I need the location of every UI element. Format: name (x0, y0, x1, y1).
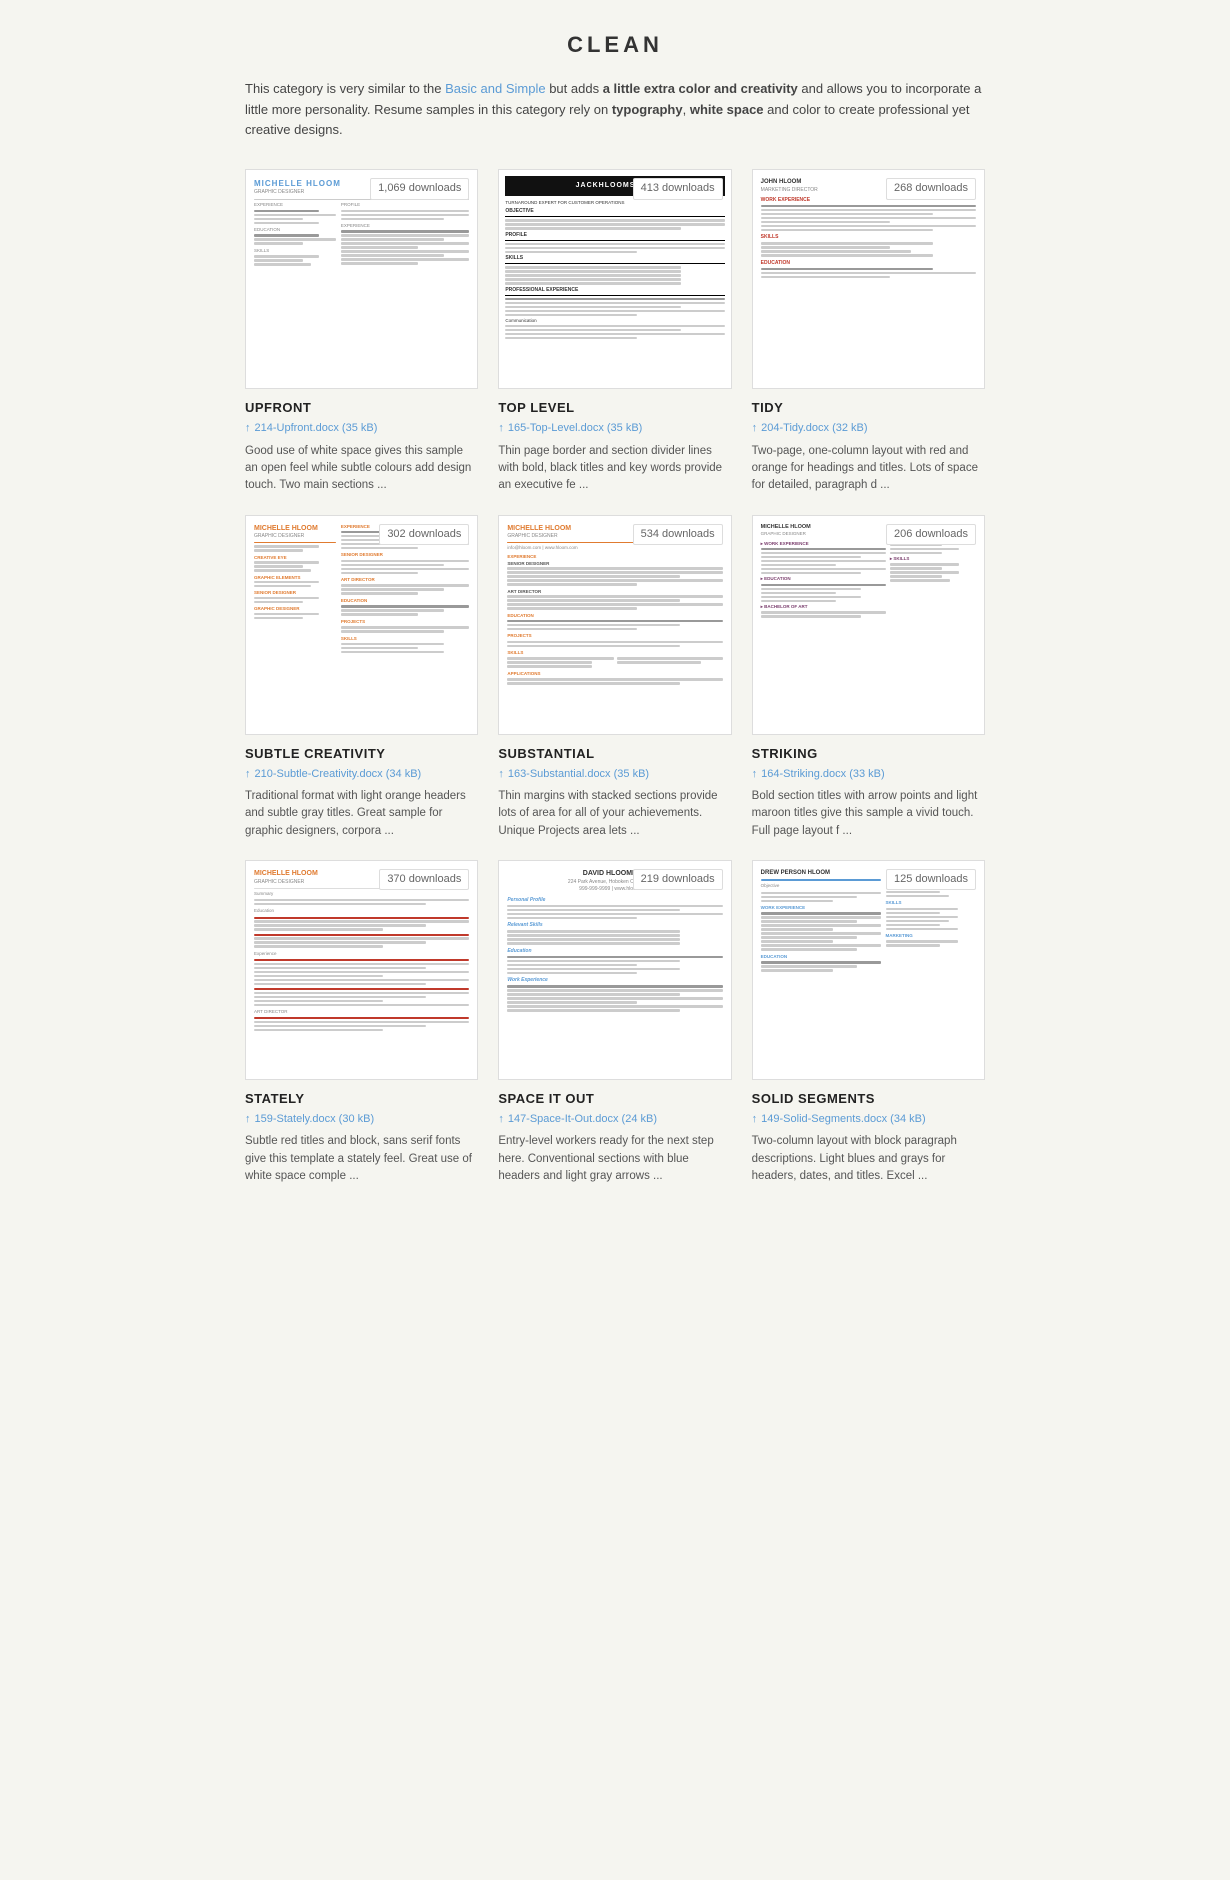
tidy-downloads: 268 downloads (886, 178, 976, 199)
card-stately-image[interactable]: 370 downloads MICHELLE HLOOM GRAPHIC DES… (245, 860, 478, 1080)
substantial-file-link[interactable]: 163-Substantial.docx (35 kB) (508, 767, 649, 782)
upfront-desc: Good use of white space gives this sampl… (245, 443, 478, 495)
card-space-image[interactable]: 219 downloads DAVID HLOOMRAD 224 Park Av… (498, 860, 731, 1080)
tidy-file-icon: ↑ (752, 421, 758, 436)
toplevel-desc: Thin page border and section divider lin… (498, 443, 731, 495)
striking-link-row: ↑ 164-Striking.docx (33 kB) (752, 767, 985, 782)
subtle-file-icon: ↑ (245, 767, 251, 782)
card-subtle-image[interactable]: 302 downloads MICHELLE HLOOM GRAPHIC DES… (245, 515, 478, 735)
card-solid-segments: 125 downloads DREW PERSON HLOOM Objectiv… (752, 860, 985, 1185)
subtle-file-link[interactable]: 210-Subtle-Creativity.docx (34 kB) (255, 767, 422, 782)
tidy-file-link[interactable]: 204-Tidy.docx (32 kB) (761, 421, 867, 436)
solid-file-icon: ↑ (752, 1112, 758, 1127)
toplevel-title: TOP LEVEL (498, 399, 731, 417)
striking-title: STRIKING (752, 745, 985, 763)
card-upfront-image[interactable]: 1,069 downloads MICHELLE HLOOM GRAPHIC D… (245, 169, 478, 389)
striking-desc: Bold section titles with arrow points an… (752, 788, 985, 840)
substantial-title: SUBSTANTIAL (498, 745, 731, 763)
space-desc: Entry-level workers ready for the next s… (498, 1133, 731, 1185)
basic-simple-link[interactable]: Basic and Simple (445, 81, 545, 96)
upfront-file-link[interactable]: 214-Upfront.docx (35 kB) (255, 421, 378, 436)
space-link-row: ↑ 147-Space-It-Out.docx (24 kB) (498, 1112, 731, 1127)
solid-link-row: ↑ 149-Solid-Segments.docx (34 kB) (752, 1112, 985, 1127)
subtle-title: SUBTLE CREATIVITY (245, 745, 478, 763)
page-title: CLEAN (245, 30, 985, 61)
substantial-link-row: ↑ 163-Substantial.docx (35 kB) (498, 767, 731, 782)
substantial-desc: Thin margins with stacked sections provi… (498, 788, 731, 840)
stately-downloads: 370 downloads (379, 869, 469, 890)
card-upfront: 1,069 downloads MICHELLE HLOOM GRAPHIC D… (245, 169, 478, 494)
tidy-link-row: ↑ 204-Tidy.docx (32 kB) (752, 421, 985, 436)
upfront-title: UPFRONT (245, 399, 478, 417)
tidy-title: TIDY (752, 399, 985, 417)
space-file-link[interactable]: 147-Space-It-Out.docx (24 kB) (508, 1112, 657, 1127)
substantial-downloads: 534 downloads (633, 524, 723, 545)
subtle-downloads: 302 downloads (379, 524, 469, 545)
solid-downloads: 125 downloads (886, 869, 976, 890)
subtle-link-row: ↑ 210-Subtle-Creativity.docx (34 kB) (245, 767, 478, 782)
upfront-downloads: 1,069 downloads (370, 178, 469, 199)
striking-file-icon: ↑ (752, 767, 758, 782)
solid-file-link[interactable]: 149-Solid-Segments.docx (34 kB) (761, 1112, 925, 1127)
page-container: CLEAN This category is very similar to t… (205, 0, 1025, 1225)
card-solid-image[interactable]: 125 downloads DREW PERSON HLOOM Objectiv… (752, 860, 985, 1080)
card-toplevel: 413 downloads JACKHLOOMSOME TURNAROUND E… (498, 169, 731, 494)
toplevel-link-row: ↑ 165-Top-Level.docx (35 kB) (498, 421, 731, 436)
card-tidy-image[interactable]: 268 downloads JOHN HLOOM MARKETING DIREC… (752, 169, 985, 389)
subtle-desc: Traditional format with light orange hea… (245, 788, 478, 840)
card-toplevel-image[interactable]: 413 downloads JACKHLOOMSOME TURNAROUND E… (498, 169, 731, 389)
toplevel-file-icon: ↑ (498, 421, 504, 436)
space-file-icon: ↑ (498, 1112, 504, 1127)
solid-title: SOLID SEGMENTS (752, 1090, 985, 1108)
intro-text: This category is very similar to the Bas… (245, 79, 985, 141)
card-striking-image[interactable]: 206 downloads MICHELLE HLOOM GRAPHIC DES… (752, 515, 985, 735)
card-tidy: 268 downloads JOHN HLOOM MARKETING DIREC… (752, 169, 985, 494)
stately-desc: Subtle red titles and block, sans serif … (245, 1133, 478, 1185)
striking-file-link[interactable]: 164-Striking.docx (33 kB) (761, 767, 885, 782)
upfront-link-row: ↑ 214-Upfront.docx (35 kB) (245, 421, 478, 436)
stately-file-link[interactable]: 159-Stately.docx (30 kB) (255, 1112, 375, 1127)
stately-title: STATELY (245, 1090, 478, 1108)
card-substantial-image[interactable]: 534 downloads MICHELLE HLOOM GRAPHIC DES… (498, 515, 731, 735)
tidy-desc: Two-page, one-column layout with red and… (752, 443, 985, 495)
stately-file-icon: ↑ (245, 1112, 251, 1127)
striking-downloads: 206 downloads (886, 524, 976, 545)
card-stately: 370 downloads MICHELLE HLOOM GRAPHIC DES… (245, 860, 478, 1185)
solid-desc: Two-column layout with block paragraph d… (752, 1133, 985, 1185)
resume-grid: 1,069 downloads MICHELLE HLOOM GRAPHIC D… (245, 169, 985, 1185)
card-space-it-out: 219 downloads DAVID HLOOMRAD 224 Park Av… (498, 860, 731, 1185)
card-substantial: 534 downloads MICHELLE HLOOM GRAPHIC DES… (498, 515, 731, 840)
upfront-file-icon: ↑ (245, 421, 251, 436)
space-downloads: 219 downloads (633, 869, 723, 890)
space-title: SPACE IT OUT (498, 1090, 731, 1108)
card-subtle-creativity: 302 downloads MICHELLE HLOOM GRAPHIC DES… (245, 515, 478, 840)
toplevel-file-link[interactable]: 165-Top-Level.docx (35 kB) (508, 421, 643, 436)
card-striking: 206 downloads MICHELLE HLOOM GRAPHIC DES… (752, 515, 985, 840)
substantial-file-icon: ↑ (498, 767, 504, 782)
stately-link-row: ↑ 159-Stately.docx (30 kB) (245, 1112, 478, 1127)
toplevel-downloads: 413 downloads (633, 178, 723, 199)
